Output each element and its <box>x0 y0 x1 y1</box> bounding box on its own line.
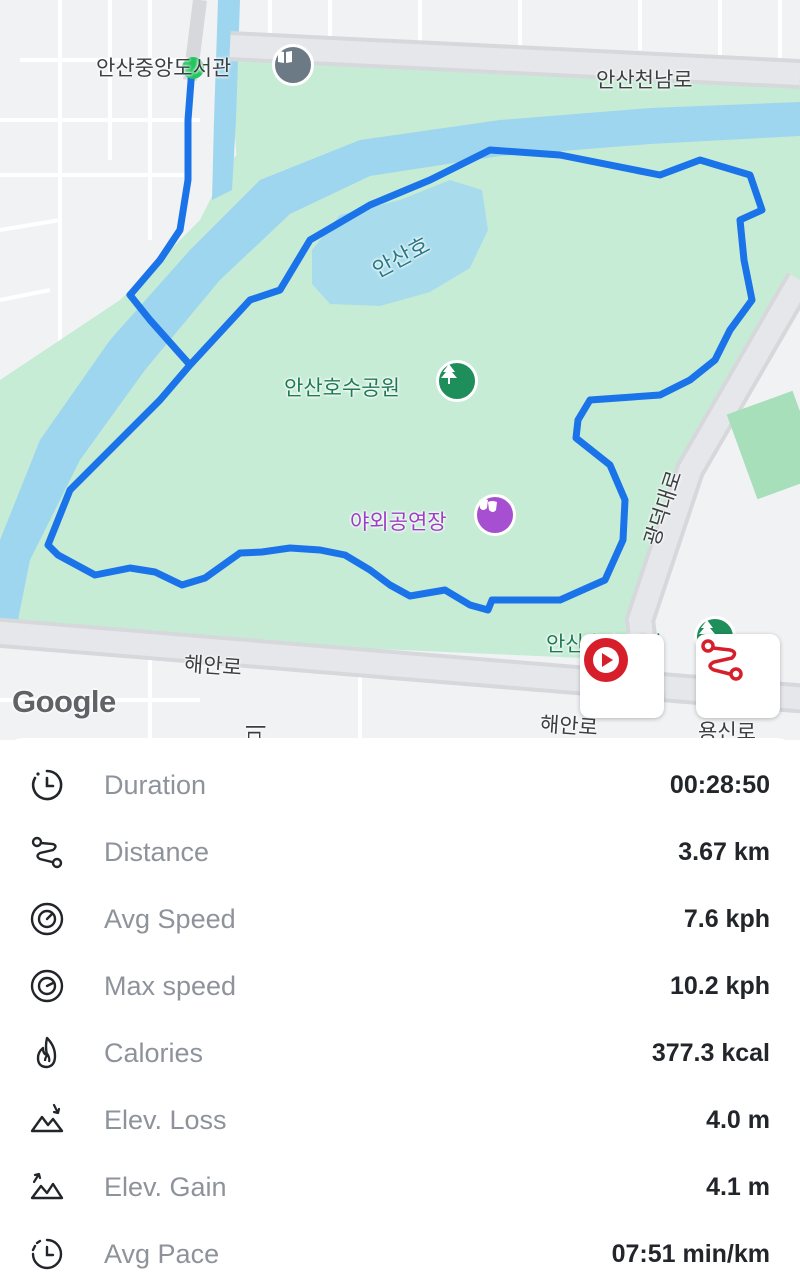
stat-label: Duration <box>104 769 207 800</box>
stat-row-avg-speed: Avg Speed 7.6 kph <box>0 886 800 952</box>
stat-row-distance: Distance 3.67 km <box>0 819 800 885</box>
stat-row-avg-pace: Avg Pace 07:51 min/km <box>0 1221 800 1287</box>
route-icon <box>701 639 743 681</box>
stat-label: Distance <box>104 836 210 867</box>
speedometer-icon <box>30 902 64 936</box>
stat-row-calories: Calories 377.3 kcal <box>0 1020 800 1086</box>
map-label-amphitheater: 야외공연장 <box>350 510 447 534</box>
google-logo: Google <box>12 684 116 719</box>
library-pin[interactable] <box>272 44 314 86</box>
stat-value: 4.1 m <box>706 1172 770 1201</box>
stat-label: Calories <box>104 1037 204 1068</box>
map-label-park: 안산호수공원 <box>284 376 400 400</box>
theater-masks-icon <box>479 499 497 512</box>
stats-panel: Duration 00:28:50 Distance 3.67 km Avg S… <box>0 738 800 1281</box>
map-view[interactable]: 안산중앙도서관 안산천남로 안산호 안산호수공원 야외공연장 광덕대로 안산호수… <box>0 0 800 740</box>
map-canvas <box>0 0 800 740</box>
stat-label: Elev. Gain <box>104 1171 227 1202</box>
stat-label: Max speed <box>104 970 237 1001</box>
stat-label: Elev. Loss <box>104 1104 227 1135</box>
route-icon <box>31 836 63 869</box>
park-pin[interactable] <box>436 360 478 402</box>
stat-value: 3.67 km <box>678 837 770 866</box>
stat-value: 10.2 kph <box>669 971 770 1000</box>
stat-row-duration: Duration 00:28:50 <box>0 752 800 818</box>
pace-clock-icon <box>31 1238 63 1270</box>
clock-icon <box>31 769 63 801</box>
stat-value: 00:28:50 <box>669 770 770 799</box>
map-label-road-se: 용신로 <box>698 720 756 740</box>
stat-value: 7.6 kph <box>683 904 770 933</box>
stat-row-elev-loss: Elev. Loss 4.0 m <box>0 1087 800 1153</box>
stat-value: 377.3 kcal <box>651 1038 770 1067</box>
stat-row-elev-gain: Elev. Gain 4.1 m <box>0 1154 800 1220</box>
stat-row-max-speed: Max speed 10.2 kph <box>0 953 800 1019</box>
map-label-library: 안산중앙도서관 <box>96 56 232 80</box>
speedometer-icon <box>30 969 64 1003</box>
mountain-up-icon <box>30 1172 64 1200</box>
route-toggle-button[interactable] <box>696 634 780 718</box>
stat-value: 07:51 min/km <box>611 1239 770 1268</box>
stat-value: 4.0 m <box>706 1105 770 1134</box>
stat-label: Avg Speed <box>104 903 236 934</box>
mountain-down-icon <box>30 1103 64 1133</box>
amphitheater-pin[interactable] <box>474 494 516 536</box>
book-icon <box>278 51 292 63</box>
stat-label: Avg Pace <box>104 1238 220 1269</box>
map-label-road-north: 안산천남로 <box>596 68 693 92</box>
flame-icon <box>36 1036 57 1069</box>
tree-icon <box>441 364 457 384</box>
play-button-icon <box>584 638 628 682</box>
play-button[interactable] <box>580 634 664 718</box>
map-label-road-south-w: 해안로 <box>183 652 243 680</box>
